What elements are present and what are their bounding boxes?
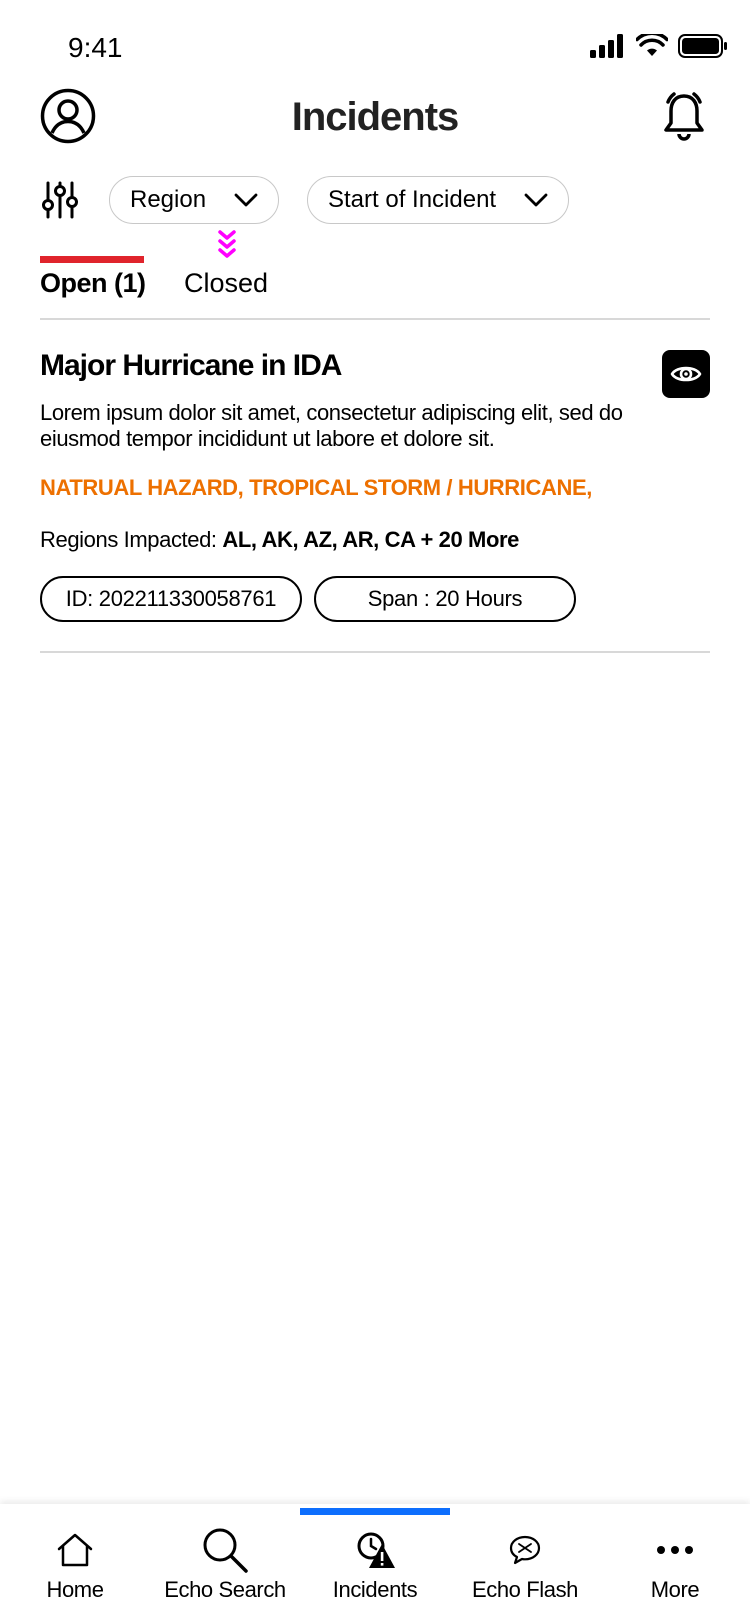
annotation-chevron-marker xyxy=(216,228,238,264)
nav-home[interactable]: Home xyxy=(0,1524,150,1620)
nav-active-indicator xyxy=(300,1508,450,1515)
signal-icon xyxy=(590,34,623,58)
search-icon xyxy=(203,1528,248,1573)
regions-impacted: Regions Impacted: AL, AK, AZ, AR, CA + 2… xyxy=(40,526,519,554)
nav-echo-search[interactable]: Echo Search xyxy=(150,1524,300,1620)
incident-description: Lorem ipsum dolor sit amet, consectetur … xyxy=(40,400,623,451)
status-icons xyxy=(590,30,728,62)
eye-icon xyxy=(670,366,702,382)
chat-bubble-icon xyxy=(509,1535,541,1565)
more-dots-icon xyxy=(657,1546,693,1554)
incident-span-pill: Span : 20 Hours xyxy=(314,576,576,622)
nav-echo-search-label: Echo Search xyxy=(164,1577,286,1602)
nav-echo-flash[interactable]: Echo Flash xyxy=(450,1524,600,1620)
incident-alert-icon xyxy=(357,1532,395,1568)
card-divider xyxy=(40,651,710,653)
tab-open[interactable]: Open (1) xyxy=(40,266,146,300)
nav-more-label: More xyxy=(650,1577,700,1602)
start-filter-label: Start of Incident xyxy=(328,186,497,213)
page-title: Incidents xyxy=(291,95,460,139)
nav-home-label: Home xyxy=(46,1577,104,1602)
regions-prefix: Regions Impacted: xyxy=(40,527,223,552)
triple-chevron-down-icon xyxy=(218,230,236,258)
battery-icon xyxy=(678,34,727,58)
filter-settings-button[interactable] xyxy=(40,180,80,220)
incident-id-pill: ID: 202211330058761 xyxy=(40,576,302,622)
wifi-icon xyxy=(636,34,668,56)
region-filter-dropdown[interactable]: Region xyxy=(109,176,279,224)
nav-incidents-label: Incidents xyxy=(332,1577,418,1602)
status-time: 9:41 xyxy=(68,32,123,63)
incident-title[interactable]: Major Hurricane in IDA xyxy=(40,346,342,386)
home-icon xyxy=(57,1533,93,1567)
nav-incidents[interactable]: Incidents xyxy=(300,1524,450,1620)
incident-tags: NATRUAL HAZARD, TROPICAL STORM / HURRICA… xyxy=(40,475,592,500)
active-tab-indicator xyxy=(40,256,144,263)
nav-echo-flash-label: Echo Flash xyxy=(471,1577,579,1602)
sliders-icon xyxy=(42,181,78,219)
chevron-down-icon xyxy=(234,193,258,207)
chevron-down-icon xyxy=(524,193,548,207)
tabs-divider xyxy=(40,318,710,320)
region-filter-label: Region xyxy=(130,186,207,213)
nav-more[interactable]: More xyxy=(600,1524,750,1620)
start-of-incident-dropdown[interactable]: Start of Incident xyxy=(307,176,569,224)
regions-value: AL, AK, AZ, AR, CA + 20 More xyxy=(222,527,519,552)
view-incident-button[interactable] xyxy=(662,350,710,398)
tab-closed[interactable]: Closed xyxy=(184,266,268,300)
notifications-button[interactable] xyxy=(660,90,708,142)
bell-icon xyxy=(664,92,704,141)
